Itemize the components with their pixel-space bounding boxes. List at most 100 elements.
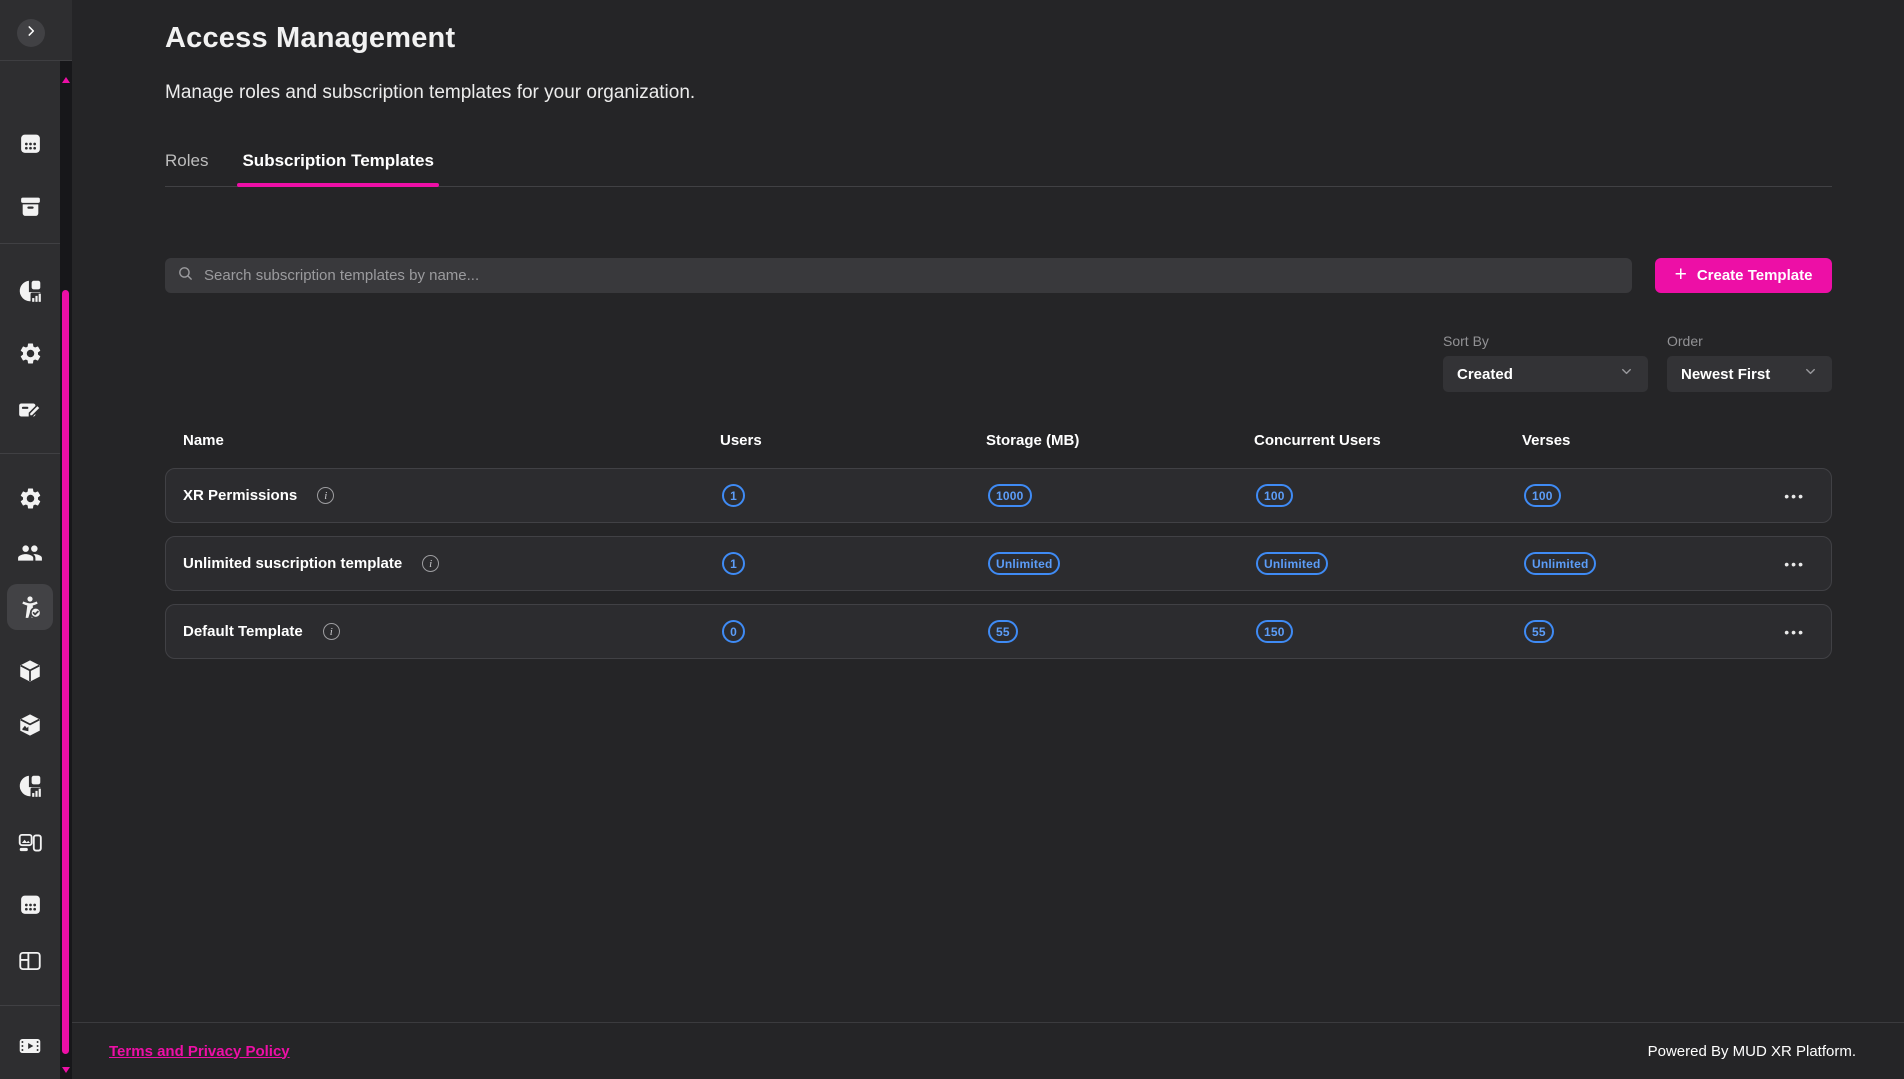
verses-badge: 100 (1524, 484, 1561, 507)
users-badge: 0 (722, 620, 745, 643)
card-edit-icon (17, 397, 43, 423)
table-row: XR Permissions i 1 1000 100 100 ••• (165, 468, 1832, 523)
search-box (165, 258, 1632, 293)
sidebar-item-reports[interactable] (18, 774, 42, 798)
search-input[interactable] (204, 267, 1620, 284)
verses-badge: 55 (1524, 620, 1554, 643)
powered-by-text: Powered By MUD XR Platform. (1648, 1043, 1856, 1060)
sidebar-expand-button[interactable] (17, 19, 45, 47)
info-icon[interactable]: i (323, 623, 340, 640)
sidebar-item-access-management[interactable] (18, 595, 42, 619)
sidebar-divider (0, 1005, 60, 1006)
column-header-storage: Storage (MB) (969, 432, 1237, 449)
sidebar-item-layouts[interactable] (18, 949, 42, 973)
scroll-up-arrow-icon[interactable] (62, 77, 70, 83)
column-header-name: Name (166, 432, 703, 449)
film-icon (17, 1033, 43, 1059)
template-name: Default Template (183, 623, 303, 640)
scroll-down-arrow-icon[interactable] (62, 1067, 70, 1073)
column-header-users: Users (703, 432, 969, 449)
chevron-down-icon (1619, 364, 1634, 384)
users-badge: 1 (722, 484, 745, 507)
sidebar-item-assets[interactable] (18, 659, 42, 683)
storage-badge: Unlimited (988, 552, 1060, 575)
info-icon[interactable]: i (422, 555, 439, 572)
chevron-right-icon (24, 24, 38, 43)
sidebar-item-schedule[interactable] (18, 131, 42, 155)
row-actions-menu-icon[interactable]: ••• (1784, 489, 1805, 503)
order-select[interactable]: Newest First (1667, 356, 1832, 392)
tab-subscription-templates[interactable]: Subscription Templates (242, 151, 433, 186)
scrollbar-thumb[interactable] (62, 290, 69, 1054)
sidebar: ? (0, 0, 72, 1079)
sort-by-value: Created (1457, 366, 1513, 383)
plus-icon: + (1675, 264, 1687, 285)
verses-badge: Unlimited (1524, 552, 1596, 575)
photo-cube-icon (17, 712, 43, 738)
table-row: Default Template i 0 55 150 55 ••• (165, 604, 1832, 659)
terms-privacy-link[interactable]: Terms and Privacy Policy (109, 1043, 290, 1060)
archive-box-icon (18, 194, 43, 219)
calendar-grid-icon (18, 131, 43, 156)
row-actions-menu-icon[interactable]: ••• (1784, 625, 1805, 639)
sidebar-item-users[interactable] (18, 541, 42, 565)
order-group: Order Newest First (1667, 333, 1832, 392)
column-header-concurrent-users: Concurrent Users (1237, 432, 1505, 449)
layout-panels-icon (17, 948, 43, 974)
person-check-icon (17, 594, 43, 620)
table-row: Unlimited suscription template i 1 Unlim… (165, 536, 1832, 591)
page-title: Access Management (165, 22, 1832, 55)
page-subtitle: Manage roles and subscription templates … (165, 82, 1832, 104)
info-icon[interactable]: i (317, 487, 334, 504)
order-value: Newest First (1681, 366, 1770, 383)
calendar-grid-icon (18, 892, 43, 917)
gear-icon (18, 341, 43, 366)
sidebar-item-org-settings[interactable] (18, 486, 42, 510)
cube-icon (17, 658, 43, 684)
sidebar-rail: ? (0, 61, 60, 1079)
main-content: Access Management Manage roles and subsc… (72, 0, 1904, 1079)
sidebar-item-tutorials[interactable] (18, 1034, 42, 1058)
order-label: Order (1667, 333, 1832, 349)
row-actions-menu-icon[interactable]: ••• (1784, 557, 1805, 571)
toolbar: + Create Template (165, 258, 1832, 293)
pie-chart-stats-icon (17, 278, 43, 304)
users-badge: 1 (722, 552, 745, 575)
filters: Sort By Created Order Newest First (165, 333, 1832, 392)
sidebar-item-archive[interactable] (18, 194, 42, 218)
create-template-label: Create Template (1697, 267, 1813, 284)
sidebar-item-media[interactable] (18, 831, 42, 855)
gear-icon (18, 486, 43, 511)
search-icon (177, 265, 194, 287)
sort-by-label: Sort By (1443, 333, 1648, 349)
template-name: XR Permissions (183, 487, 297, 504)
sidebar-divider (0, 453, 60, 454)
storage-badge: 1000 (988, 484, 1032, 507)
footer: Terms and Privacy Policy Powered By MUD … (72, 1022, 1904, 1079)
storage-badge: 55 (988, 620, 1018, 643)
templates-table: Name Users Storage (MB) Concurrent Users… (165, 425, 1832, 659)
column-header-verses: Verses (1505, 432, 1705, 449)
chevron-down-icon (1803, 364, 1818, 384)
sort-by-select[interactable]: Created (1443, 356, 1648, 392)
media-gallery-icon (17, 830, 43, 856)
sidebar-item-events[interactable] (18, 892, 42, 916)
concurrent-users-badge: 150 (1256, 620, 1293, 643)
concurrent-users-badge: 100 (1256, 484, 1293, 507)
sidebar-item-subscription-card[interactable] (18, 398, 42, 422)
sort-by-group: Sort By Created (1443, 333, 1648, 392)
create-template-button[interactable]: + Create Template (1655, 258, 1832, 293)
sidebar-item-environments[interactable] (18, 713, 42, 737)
pie-chart-stats-icon (17, 773, 43, 799)
sidebar-item-analytics[interactable] (18, 279, 42, 303)
concurrent-users-badge: Unlimited (1256, 552, 1328, 575)
table-header-row: Name Users Storage (MB) Concurrent Users… (165, 425, 1832, 455)
tab-bar: Roles Subscription Templates (165, 151, 1832, 187)
sidebar-header (0, 0, 72, 61)
users-icon (17, 540, 43, 566)
sidebar-divider (0, 243, 60, 244)
sidebar-item-settings[interactable] (18, 341, 42, 365)
tab-roles[interactable]: Roles (165, 151, 208, 186)
template-name: Unlimited suscription template (183, 555, 402, 572)
sidebar-scrollbar (60, 61, 72, 1079)
